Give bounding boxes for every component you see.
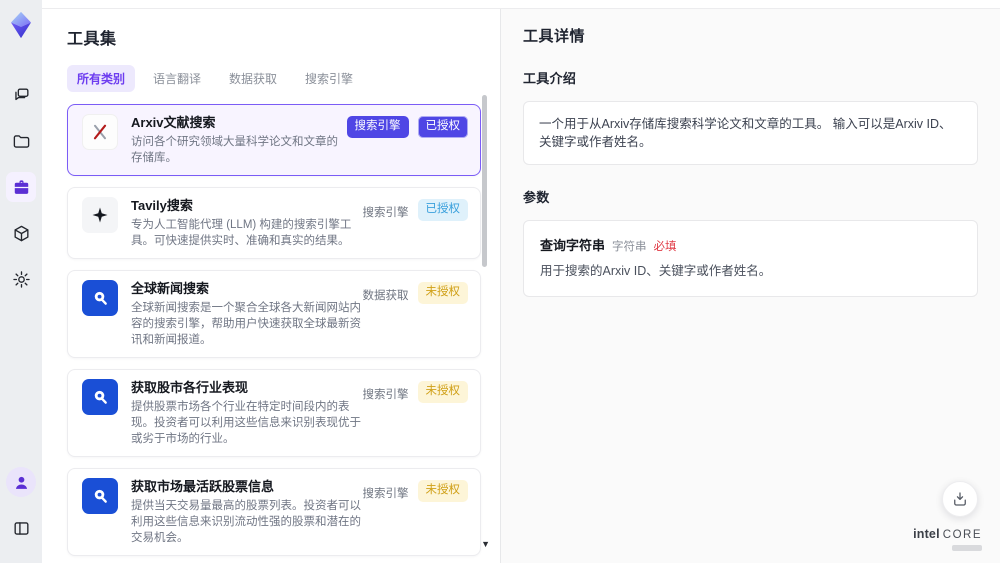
page-title: 工具集 [67,31,117,48]
tool-description: 访问各个研究领域大量科学论文和文章的存储库。 [131,136,338,164]
tool-detail-panel: 工具详情 工具介绍 一个用于从Arxiv存储库搜索科学论文和文章的工具。 输入可… [500,9,1000,563]
tab-language-translation[interactable]: 语言翻译 [143,65,211,92]
tab-data-fetch[interactable]: 数据获取 [219,65,287,92]
detail-title: 工具详情 [523,28,586,45]
intro-text-box: 一个用于从Arxiv存储库搜索科学论文和文章的工具。 输入可以是Arxiv ID… [523,101,978,165]
user-icon[interactable] [6,467,36,497]
brand-core-text: core [942,529,982,541]
tool-name: Arxiv文献搜索 [131,115,216,130]
tool-name: 获取股市各行业表现 [131,380,249,395]
tool-description: 提供当天交易量最高的股票列表。投资者可以利用这些信息来识别流动性强的股票和潜在的… [131,500,361,544]
tool-card-global-news[interactable]: 全球新闻搜索 全球新闻搜索是一个聚合全球各大新闻网站内容的搜索引擎，帮助用户快速… [67,270,481,358]
auth-status-badge: 已授权 [417,116,468,138]
category-tabs: 所有类别 语言翻译 数据获取 搜索引擎 [67,65,500,92]
param-required-flag: 必填 [653,241,677,253]
tool-description: 专为人工智能代理 (LLM) 构建的搜索引擎工具。可快速提供实时、准确和真实的结… [131,219,352,247]
auth-status-badge: 未授权 [417,282,468,304]
folder-icon[interactable] [6,126,36,156]
intro-heading: 工具介绍 [523,71,577,86]
param-type: 字符串 [612,241,647,253]
toolbox-icon[interactable] [6,172,36,202]
stock-search-icon [82,379,118,415]
stock-search-icon [82,478,118,514]
category-label: 搜索引擎 [362,207,409,219]
brand-sub-mark [952,545,982,551]
chat-icon[interactable] [6,80,36,110]
tavily-star-icon [82,197,118,233]
tool-list-panel: 工具集 所有类别 语言翻译 数据获取 搜索引擎 Arxiv文献搜索 访问各个研究… [42,9,500,563]
category-label: 数据获取 [362,290,409,302]
tool-card-arxiv[interactable]: Arxiv文献搜索 访问各个研究领域大量科学论文和文章的存储库。 搜索引擎 已授… [67,104,481,176]
tool-name: 全球新闻搜索 [131,281,210,296]
category-label: 搜索引擎 [362,488,409,500]
tab-all-categories[interactable]: 所有类别 [67,65,136,92]
tool-list: Arxiv文献搜索 访问各个研究领域大量科学论文和文章的存储库。 搜索引擎 已授… [67,104,481,563]
brand-intel-text: intel [913,527,940,541]
category-badge: 搜索引擎 [346,116,409,138]
news-search-icon [82,280,118,316]
tool-badges: 搜索引擎 未授权 [362,478,468,546]
param-description: 用于搜索的Arxiv ID、关键字或作者姓名。 [540,264,772,278]
left-rail [0,0,42,563]
auth-status-badge: 已授权 [417,199,468,221]
params-heading: 参数 [523,190,550,205]
tool-badges: 搜索引擎 未授权 [362,379,468,447]
param-header: 查询字符串 字符串 必填 [540,235,961,254]
tool-card-sector-performance[interactable]: 获取股市各行业表现 提供股票市场各个行业在特定时间段内的表现。投资者可以利用这些… [67,369,481,457]
tool-card-body: 全球新闻搜索 全球新闻搜索是一个聚合全球各大新闻网站内容的搜索引擎，帮助用户快速… [131,280,363,348]
tab-search-engine[interactable]: 搜索引擎 [295,65,363,92]
intel-core-logo: intel core [913,525,982,551]
auth-status-badge: 未授权 [417,381,468,403]
arxiv-logo-icon [82,114,118,150]
param-name: 查询字符串 [540,238,606,253]
download-button[interactable] [942,481,978,517]
tool-description: 提供股票市场各个行业在特定时间段内的表现。投资者可以利用这些信息来识别表现优于或… [131,401,361,445]
tool-badges: 搜索引擎 已授权 [362,197,468,249]
category-label: 搜索引擎 [362,389,409,401]
tool-name: 获取市场最活跃股票信息 [131,479,275,494]
tool-card-most-active-stocks[interactable]: 获取市场最活跃股票信息 提供当天交易量最高的股票列表。投资者可以利用这些信息来识… [67,468,481,556]
download-icon [954,492,966,506]
scrollbar-thumb[interactable] [482,95,487,267]
tool-card-tavily[interactable]: Tavily搜索 专为人工智能代理 (LLM) 构建的搜索引擎工具。可快速提供实… [67,187,481,259]
app-logo[interactable] [6,10,36,40]
tool-description: 全球新闻搜索是一个聚合全球各大新闻网站内容的搜索引擎，帮助用户快速获取全球最新资… [131,302,361,346]
tool-card-body: 获取股市各行业表现 提供股票市场各个行业在特定时间段内的表现。投资者可以利用这些… [131,379,363,447]
param-box: 查询字符串 字符串 必填 用于搜索的Arxiv ID、关键字或作者姓名。 [523,220,978,297]
tool-card-body: Tavily搜索 专为人工智能代理 (LLM) 构建的搜索引擎工具。可快速提供实… [131,197,363,249]
tool-badges: 搜索引擎 已授权 [346,114,468,166]
settings-gear-icon[interactable] [6,264,36,294]
tool-card-body: 获取市场最活跃股票信息 提供当天交易量最高的股票列表。投资者可以利用这些信息来识… [131,478,363,546]
auth-status-badge: 未授权 [417,480,468,502]
content-area: 工具集 所有类别 语言翻译 数据获取 搜索引擎 Arxiv文献搜索 访问各个研究… [42,8,1000,563]
tool-badges: 数据获取 未授权 [362,280,468,348]
cube-icon[interactable] [6,218,36,248]
tool-card-body: Arxiv文献搜索 访问各个研究领域大量科学论文和文章的存储库。 [131,114,347,166]
tool-name: Tavily搜索 [131,198,193,213]
panel-toggle-icon[interactable] [6,513,36,543]
scroll-down-arrow-icon[interactable]: ▼ [481,539,490,549]
